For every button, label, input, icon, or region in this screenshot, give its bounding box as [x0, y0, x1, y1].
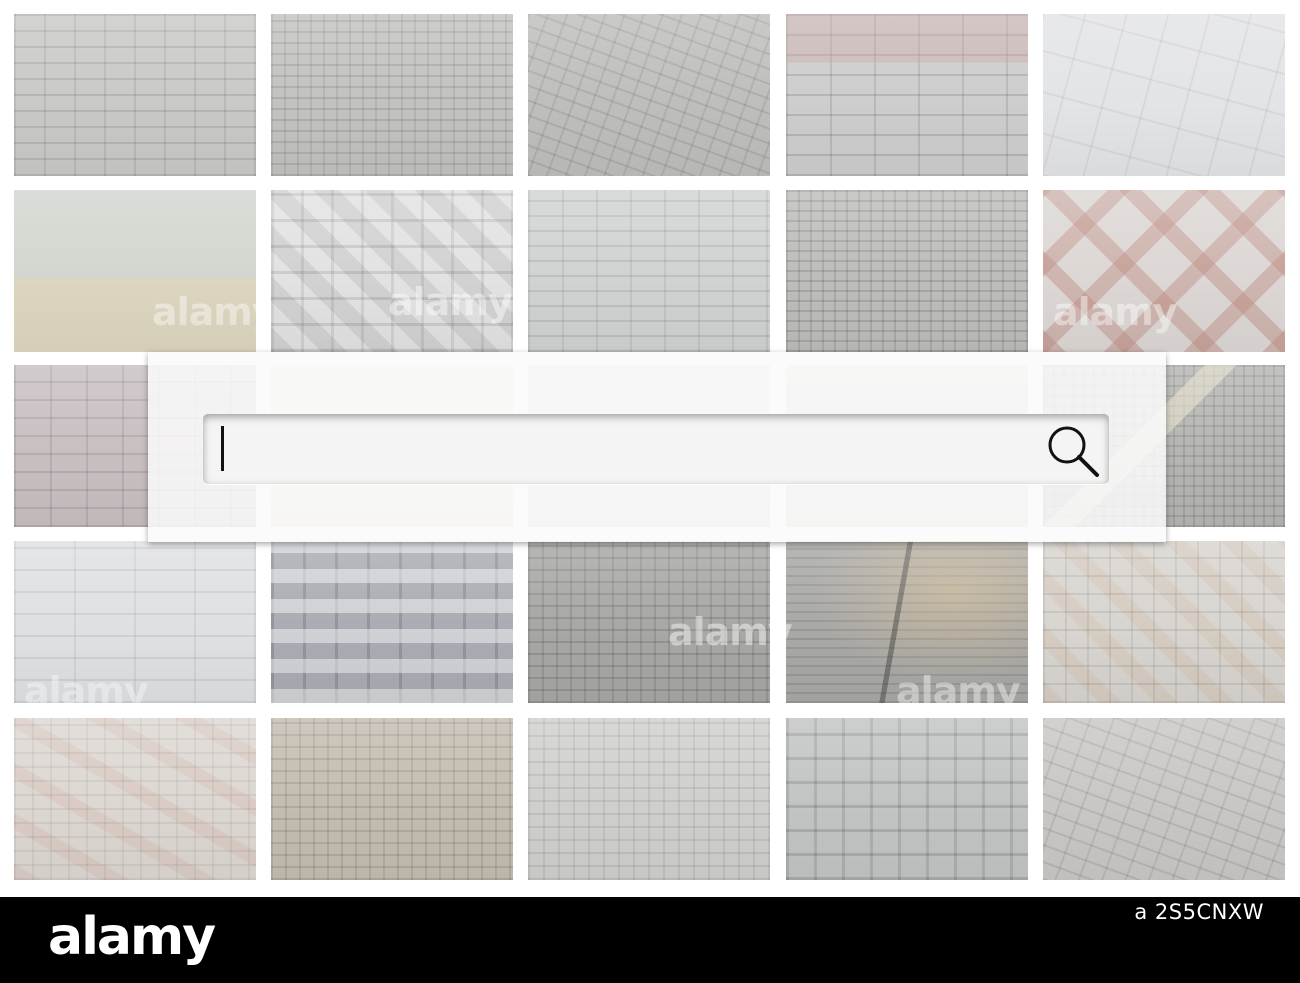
watermark: alamy — [152, 290, 256, 334]
paving-photo-tile — [786, 718, 1028, 880]
paving-photo-tile — [271, 190, 513, 352]
paving-photo-tile — [528, 14, 770, 176]
paving-photo-tile — [1043, 718, 1285, 880]
paving-photo-tile: alamy — [786, 541, 1028, 703]
watermark: alamy — [24, 669, 149, 703]
paving-photo-tile — [1043, 14, 1285, 176]
stock-footer-bar: alamy a 2S5CNXW — [0, 897, 1300, 983]
search-bar[interactable] — [203, 414, 1109, 486]
paving-photo-tile — [271, 718, 513, 880]
search-input[interactable] — [219, 414, 1023, 486]
search-icon[interactable] — [1045, 423, 1101, 479]
watermark: alamy — [1053, 290, 1178, 334]
paving-photo-tile — [786, 14, 1028, 176]
paving-photo-tile — [271, 541, 513, 703]
paving-photo-tile — [1043, 541, 1285, 703]
paving-photo-tile — [786, 190, 1028, 352]
image-id: a 2S5CNXW — [1134, 900, 1264, 924]
paving-photo-tile — [14, 718, 256, 880]
watermark: alamy — [668, 610, 793, 654]
brand-logo: alamy — [48, 907, 216, 967]
paving-photo-tile — [528, 190, 770, 352]
paving-photo-tile — [271, 14, 513, 176]
paving-photo-tile — [14, 14, 256, 176]
paving-photo-tile — [528, 718, 770, 880]
paving-photo-tile: alamy — [14, 541, 256, 703]
watermark: alamy — [388, 280, 513, 324]
paving-photo-tile: alamy — [1043, 190, 1285, 352]
watermark: alamy — [896, 669, 1021, 703]
paving-photo-tile: alamy — [14, 190, 256, 352]
